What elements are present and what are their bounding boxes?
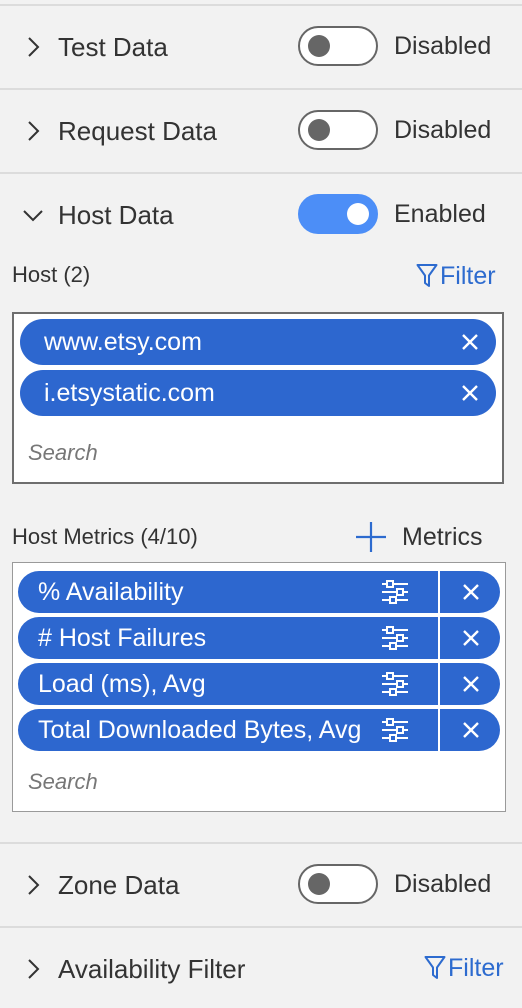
section-title: Availability Filter — [58, 954, 246, 984]
plus-icon — [356, 522, 386, 552]
toggle-status: Disabled — [394, 116, 492, 144]
host-filter-link[interactable]: Filter — [416, 261, 496, 291]
sliders-icon[interactable] — [380, 577, 410, 607]
close-icon[interactable] — [460, 581, 482, 603]
chevron-right-icon[interactable] — [22, 958, 44, 980]
toggle-knob — [308, 119, 330, 141]
toggle-knob — [308, 35, 330, 57]
metric-chip: # Host Failures — [18, 617, 500, 659]
filter-label: Filter — [448, 954, 504, 982]
host-chip: www.etsy.com — [20, 319, 496, 365]
chip-divider — [438, 571, 440, 613]
test-data-toggle[interactable] — [298, 26, 378, 66]
add-metrics-button[interactable]: Metrics — [354, 520, 483, 554]
host-chip-label: i.etsystatic.com — [44, 379, 215, 407]
section-zone-data[interactable]: Zone Data Disabled — [0, 844, 522, 924]
filter-label: Filter — [440, 262, 496, 290]
section-availability-filter[interactable]: Availability Filter Filter — [0, 928, 522, 1008]
host-search-input[interactable]: Search — [28, 440, 98, 466]
funnel-icon — [424, 956, 446, 979]
chip-divider — [438, 663, 440, 705]
availability-filter-link[interactable]: Filter — [424, 953, 504, 983]
add-metrics-label: Metrics — [402, 523, 483, 551]
metric-chip: Load (ms), Avg — [18, 663, 500, 705]
toggle-status: Disabled — [394, 32, 492, 60]
toggle-knob — [308, 873, 330, 895]
chevron-right-icon[interactable] — [22, 120, 44, 142]
section-title: Request Data — [58, 116, 217, 146]
close-icon[interactable] — [458, 381, 482, 405]
metric-chip-label: Load (ms), Avg — [38, 670, 206, 698]
metric-chip: % Availability — [18, 571, 500, 613]
toggle-status: Enabled — [394, 200, 486, 228]
sliders-icon[interactable] — [380, 623, 410, 653]
chip-divider — [438, 617, 440, 659]
close-icon[interactable] — [458, 330, 482, 354]
host-metrics-label: Host Metrics (4/10) — [12, 524, 198, 549]
section-title: Zone Data — [58, 870, 180, 900]
host-label: Host (2) — [12, 262, 91, 287]
request-data-toggle[interactable] — [298, 110, 378, 150]
metric-chip-label: # Host Failures — [38, 624, 207, 652]
section-title: Host Data — [58, 200, 174, 230]
host-select-box[interactable]: www.etsy.com i.etsystatic.com Search — [12, 312, 504, 484]
chevron-right-icon[interactable] — [22, 36, 44, 58]
toggle-knob — [347, 203, 369, 225]
host-chip-label: www.etsy.com — [44, 328, 202, 356]
sliders-icon[interactable] — [380, 669, 410, 699]
close-icon[interactable] — [460, 673, 482, 695]
metrics-search-input[interactable]: Search — [28, 769, 98, 795]
sliders-icon[interactable] — [380, 715, 410, 745]
section-test-data[interactable]: Test Data Disabled — [0, 6, 522, 86]
section-title: Test Data — [58, 32, 168, 62]
close-icon[interactable] — [460, 627, 482, 649]
section-host-data[interactable]: Host Data Enabled — [0, 174, 522, 254]
chevron-down-icon[interactable] — [22, 204, 44, 226]
funnel-icon — [416, 264, 438, 287]
metric-chip-label: Total Downloaded Bytes, Avg — [38, 716, 362, 744]
data-panel: Test Data Disabled Request Data Disabled… — [0, 0, 522, 1008]
toggle-status: Disabled — [394, 870, 492, 898]
metric-chip-label: % Availability — [38, 578, 184, 606]
close-icon[interactable] — [460, 719, 482, 741]
zone-data-toggle[interactable] — [298, 864, 378, 904]
host-chip: i.etsystatic.com — [20, 370, 496, 416]
chevron-right-icon[interactable] — [22, 874, 44, 896]
chip-divider — [438, 709, 440, 751]
host-data-toggle[interactable] — [298, 194, 378, 234]
section-request-data[interactable]: Request Data Disabled — [0, 90, 522, 170]
metric-chip: Total Downloaded Bytes, Avg — [18, 709, 500, 751]
